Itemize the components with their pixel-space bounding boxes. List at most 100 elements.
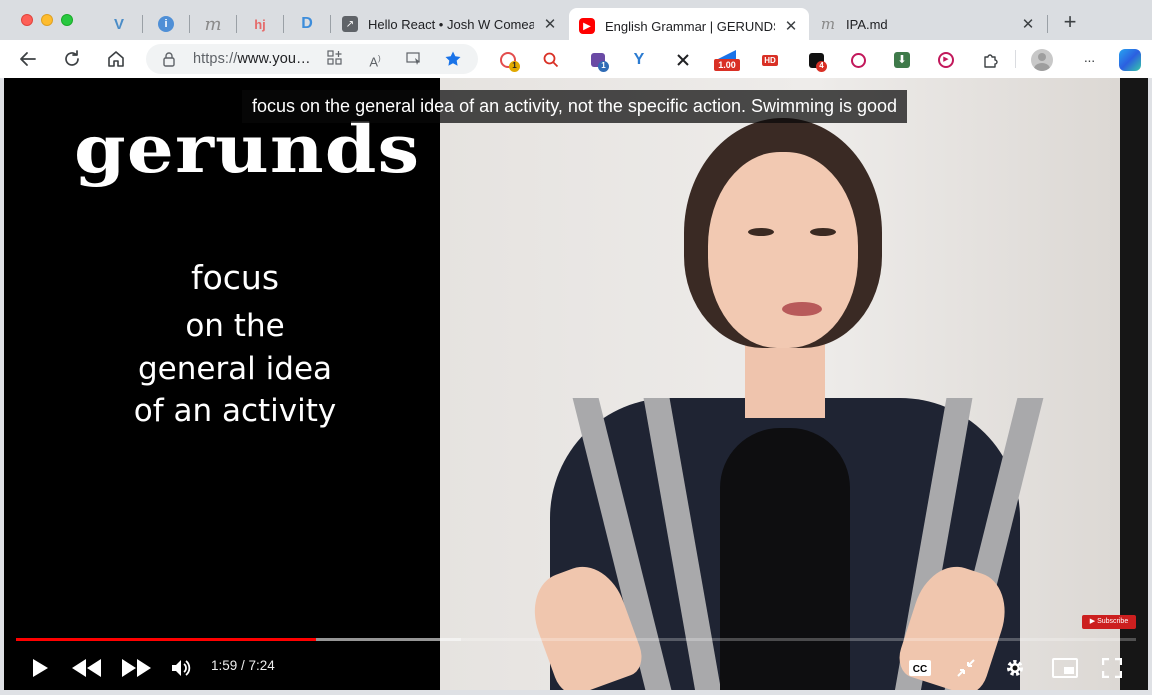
collapse-icon bbox=[957, 659, 975, 677]
pinned-tab-vuetify[interactable]: V bbox=[102, 10, 136, 38]
window-zoom-button[interactable] bbox=[61, 14, 73, 26]
close-icon[interactable]: ✕ bbox=[1020, 15, 1036, 33]
tab-english-grammar[interactable]: ▶ English Grammar | GERUNDS in ✕ bbox=[569, 8, 809, 44]
window-minimize-button[interactable] bbox=[41, 14, 53, 26]
reload-button[interactable] bbox=[60, 47, 84, 71]
tab-divider bbox=[330, 15, 331, 33]
fast-forward-button[interactable] bbox=[119, 654, 153, 682]
tab-divider bbox=[283, 15, 284, 33]
extension-dark-icon[interactable]: 4 bbox=[806, 50, 827, 72]
extension-play-icon[interactable]: ▶ bbox=[936, 50, 956, 70]
toolbar-divider bbox=[1015, 50, 1016, 68]
extension-hd-icon[interactable]: HD bbox=[760, 50, 780, 70]
new-tab-button[interactable]: + bbox=[1059, 11, 1081, 33]
play-icon bbox=[33, 659, 48, 677]
fullscreen-button[interactable] bbox=[1098, 654, 1126, 682]
close-icon[interactable]: ✕ bbox=[783, 17, 799, 35]
extension-search-icon[interactable] bbox=[541, 50, 561, 70]
arrow-square-icon: ↗ bbox=[342, 16, 358, 32]
tab-ipa-md[interactable]: m IPA.md ✕ bbox=[810, 8, 1046, 40]
miniplayer-button[interactable] bbox=[1049, 654, 1081, 682]
url-text[interactable]: https://www.you… bbox=[193, 51, 311, 67]
home-icon bbox=[108, 51, 124, 67]
browser-toolbar: https://www.you… A) 1 1 Y 1.00 HD 4 ⬇ ▶ … bbox=[0, 40, 1152, 78]
tab-divider bbox=[236, 15, 237, 33]
volume-icon bbox=[172, 660, 191, 676]
extension-badge: 1 bbox=[509, 61, 520, 72]
tab-divider bbox=[1047, 15, 1048, 33]
tab-strip: V i m hj D ↗ Hello React • Josh W Comeau… bbox=[0, 0, 1152, 44]
fullscreen-icon bbox=[1102, 658, 1122, 678]
m-icon: m bbox=[204, 13, 222, 35]
reload-icon bbox=[65, 50, 79, 66]
extension-badge: 1.00 bbox=[714, 59, 740, 71]
extension-gear-icon[interactable]: 1 bbox=[588, 50, 609, 72]
back-button[interactable] bbox=[16, 47, 40, 71]
exit-theater-button[interactable] bbox=[952, 654, 980, 682]
copilot-icon[interactable] bbox=[1118, 48, 1142, 72]
subscribe-label: Subscribe bbox=[1097, 618, 1129, 625]
apps-add-icon[interactable] bbox=[326, 50, 344, 68]
slide-line: on the bbox=[185, 308, 285, 344]
arrow-left-icon bbox=[20, 52, 36, 66]
miniplayer-icon bbox=[1052, 658, 1078, 678]
extension-download-icon[interactable]: ⬇ bbox=[892, 50, 912, 70]
slide-line: of an activity bbox=[133, 393, 337, 429]
tab-divider bbox=[189, 15, 190, 33]
settings-button[interactable] bbox=[1001, 654, 1029, 682]
pinned-tab-d[interactable]: D bbox=[290, 10, 324, 38]
slide-line: focus bbox=[190, 258, 280, 297]
tab-title: Hello React • Josh W Comeau bbox=[368, 16, 534, 32]
pinned-tab-hj[interactable]: hj bbox=[243, 10, 277, 38]
extensions-puzzle-icon[interactable] bbox=[981, 50, 1001, 70]
presenter-shirt bbox=[720, 428, 850, 690]
url-scheme: https:// bbox=[193, 51, 238, 67]
address-bar[interactable]: https://www.you… A) bbox=[146, 44, 478, 74]
home-button[interactable] bbox=[104, 47, 128, 71]
hd-label: HD bbox=[762, 54, 778, 66]
time-display: 1:59 / 7:24 bbox=[211, 658, 275, 673]
video-player[interactable]: gerunds focus on the general idea of an … bbox=[4, 78, 1148, 690]
tab-title: IPA.md bbox=[846, 16, 888, 32]
avatar-icon bbox=[1031, 49, 1053, 71]
vuetify-icon: V bbox=[113, 15, 124, 33]
settings-more-button[interactable]: ··· bbox=[1078, 50, 1100, 70]
youtube-icon: ▶ bbox=[579, 18, 595, 34]
browser-window: V i m hj D ↗ Hello React • Josh W Comeau… bbox=[0, 0, 1152, 695]
subscribe-watermark[interactable]: ▶ Subscribe bbox=[1082, 615, 1136, 629]
tab-title: English Grammar | GERUNDS in bbox=[605, 18, 775, 34]
video-edge bbox=[1120, 78, 1148, 690]
extension-playback-rate-icon[interactable]: 1.00 bbox=[714, 50, 740, 71]
read-aloud-icon[interactable]: A) bbox=[366, 50, 384, 69]
extension-scissors-icon[interactable] bbox=[673, 50, 693, 70]
close-icon[interactable]: ✕ bbox=[542, 15, 558, 33]
extension-badge: 1 bbox=[598, 61, 609, 72]
profile-avatar[interactable] bbox=[1031, 49, 1053, 71]
tab-divider bbox=[142, 15, 143, 33]
captions-button[interactable]: CC bbox=[904, 654, 936, 682]
presenter-eye bbox=[810, 228, 836, 236]
progress-played bbox=[16, 638, 316, 641]
extension-record-icon[interactable]: 1 bbox=[498, 50, 520, 72]
presenter-face bbox=[708, 152, 858, 348]
lock-icon[interactable] bbox=[162, 51, 176, 67]
hj-icon: hj bbox=[254, 16, 266, 32]
extension-media-icon[interactable] bbox=[848, 50, 868, 70]
slide-line: general idea bbox=[137, 351, 333, 387]
fast-forward-icon bbox=[122, 659, 151, 677]
presenter-eye bbox=[748, 228, 774, 236]
extension-vuetify-icon[interactable]: Y bbox=[629, 50, 649, 70]
favorite-star-icon[interactable] bbox=[444, 50, 462, 68]
rewind-button[interactable] bbox=[70, 654, 104, 682]
tab-hello-react[interactable]: ↗ Hello React • Josh W Comeau ✕ bbox=[332, 8, 568, 40]
cc-icon: CC bbox=[909, 660, 931, 676]
play-button[interactable] bbox=[26, 654, 54, 682]
gear-icon bbox=[1007, 660, 1023, 676]
m-icon: m bbox=[820, 15, 836, 33]
pinned-tab-info[interactable]: i bbox=[149, 10, 183, 38]
window-close-button[interactable] bbox=[21, 14, 33, 26]
pinned-tab-m[interactable]: m bbox=[196, 10, 230, 38]
immersive-reader-icon[interactable] bbox=[405, 50, 423, 68]
info-icon: i bbox=[158, 16, 174, 32]
volume-button[interactable] bbox=[167, 654, 195, 682]
